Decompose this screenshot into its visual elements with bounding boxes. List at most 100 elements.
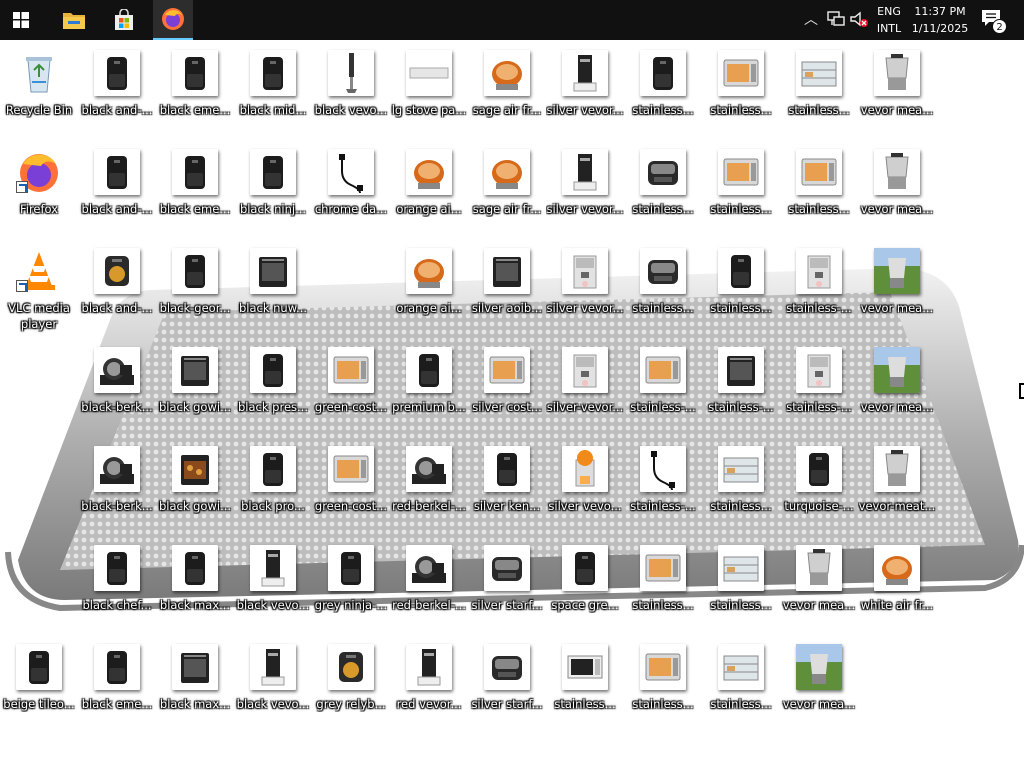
- file-explorer-button[interactable]: [53, 0, 95, 40]
- desktop-icon[interactable]: stainless...: [780, 44, 858, 140]
- desktop-icon[interactable]: beige tileo...: [0, 638, 78, 734]
- desktop-icon[interactable]: silver starf...: [468, 638, 546, 734]
- desktop-icon[interactable]: silver-vevor...: [546, 341, 624, 437]
- desktop-icon[interactable]: black max...: [156, 638, 234, 734]
- desktop-icon[interactable]: premium b...: [390, 341, 468, 437]
- desktop-icon[interactable]: Firefox: [0, 143, 78, 239]
- desktop-icon[interactable]: black-berk...: [78, 440, 156, 536]
- show-hidden-icons-chevron-icon[interactable]: ︿: [801, 10, 821, 30]
- desktop-icon[interactable]: stainless...: [702, 638, 780, 734]
- volume-muted-icon[interactable]: [849, 10, 871, 30]
- desktop-icon[interactable]: silver aoib...: [468, 242, 546, 338]
- desktop-icon[interactable]: black vevo...: [312, 44, 390, 140]
- desktop-icon[interactable]: vevor mea...: [858, 44, 936, 140]
- desktop-icon[interactable]: stainless...: [702, 539, 780, 635]
- desktop-icon[interactable]: black eme...: [156, 44, 234, 140]
- desktop-icon[interactable]: stainless...: [546, 638, 624, 734]
- desktop-icon[interactable]: green-cost...: [312, 440, 390, 536]
- desktop-icon[interactable]: silver vevo...: [546, 440, 624, 536]
- start-button[interactable]: [0, 0, 42, 40]
- input-language-indicator[interactable]: ENG INTL: [872, 3, 906, 37]
- desktop-icon[interactable]: black eme...: [78, 638, 156, 734]
- desktop-icon[interactable]: red-berkel-...: [390, 440, 468, 536]
- desktop-icon[interactable]: black nuw...: [234, 242, 312, 338]
- desktop-icon[interactable]: sage air fr...: [468, 143, 546, 239]
- desktop-icon[interactable]: white air fr...: [858, 539, 936, 635]
- desktop-icon[interactable]: stainless...: [702, 143, 780, 239]
- desktop-icon[interactable]: black mid...: [234, 44, 312, 140]
- air-fryer-icon: [172, 149, 218, 195]
- desktop-icon-label: vevor mea...: [860, 103, 934, 117]
- desktop-icon[interactable]: stainless-...: [780, 341, 858, 437]
- desktop-icon[interactable]: Recycle Bin: [0, 44, 78, 140]
- desktop-icon[interactable]: black and-...: [78, 242, 156, 338]
- desktop-icon[interactable]: vevor mea...: [858, 341, 936, 437]
- desktop-icon[interactable]: grey ninja-...: [312, 539, 390, 635]
- desktop-icon[interactable]: vevor mea...: [780, 638, 858, 734]
- desktop-icon[interactable]: stainless...: [702, 440, 780, 536]
- desktop-icon[interactable]: stainless...: [624, 638, 702, 734]
- desktop-icon[interactable]: black pro...: [234, 440, 312, 536]
- desktop-icon[interactable]: stainless...: [624, 242, 702, 338]
- desktop-icon-label: stainless-...: [786, 400, 852, 414]
- desktop-icon[interactable]: silver vevor...: [546, 242, 624, 338]
- desktop-icon[interactable]: stainless-...: [624, 440, 702, 536]
- desktop-icon[interactable]: lg stove pa...: [390, 44, 468, 140]
- desktop-icon[interactable]: turquoise-...: [780, 440, 858, 536]
- desktop-icon[interactable]: black gowi...: [156, 341, 234, 437]
- desktop-icon[interactable]: VLC media player: [0, 242, 78, 338]
- desktop-icon[interactable]: silver vevor...: [546, 143, 624, 239]
- meat-processor-photo-icon: [874, 347, 920, 393]
- desktop-icon[interactable]: sage air fr...: [468, 44, 546, 140]
- desktop-icon[interactable]: black and-...: [78, 44, 156, 140]
- desktop-icon[interactable]: grey relyb...: [312, 638, 390, 734]
- desktop-icon[interactable]: orange ai...: [390, 143, 468, 239]
- desktop-icon-label: red vevor...: [396, 697, 462, 711]
- desktop-icon[interactable]: black chef...: [78, 539, 156, 635]
- desktop-icon[interactable]: stainless...: [624, 44, 702, 140]
- desktop-icon[interactable]: black max...: [156, 539, 234, 635]
- desktop-icon[interactable]: black vevo...: [234, 539, 312, 635]
- clock[interactable]: 11:37 PM 1/11/2025: [908, 3, 972, 37]
- desktop-icon-label: sage air fr...: [472, 103, 542, 117]
- desktop-icon[interactable]: stainless-...: [780, 242, 858, 338]
- desktop-icon[interactable]: stainless-...: [624, 341, 702, 437]
- desktop-icon[interactable]: vevor mea...: [858, 143, 936, 239]
- desktop-icon[interactable]: stainless...: [624, 143, 702, 239]
- desktop-icon-label: sage air fr...: [472, 202, 542, 216]
- desktop-icon[interactable]: orange ai...: [390, 242, 468, 338]
- desktop-icon[interactable]: black-berk...: [78, 341, 156, 437]
- desktop-icon[interactable]: black ninj...: [234, 143, 312, 239]
- desktop-icon[interactable]: silver ken...: [468, 440, 546, 536]
- desktop-icon[interactable]: black gowi...: [156, 440, 234, 536]
- meat-slicer-icon: [94, 347, 140, 393]
- desktop-icon[interactable]: silver starf...: [468, 539, 546, 635]
- desktop-icon[interactable]: silver vevor...: [546, 44, 624, 140]
- desktop-icon[interactable]: black-geor...: [156, 242, 234, 338]
- action-center-button[interactable]: 2: [980, 8, 1010, 34]
- desktop[interactable]: Recycle Bin Firefox VLC media player beige …: [0, 40, 1024, 768]
- desktop-icon[interactable]: silver cost...: [468, 341, 546, 437]
- microsoft-store-button[interactable]: [103, 0, 145, 40]
- desktop-icon[interactable]: black vevo...: [234, 638, 312, 734]
- desktop-icon[interactable]: stainless...: [780, 143, 858, 239]
- desktop-icon[interactable]: black eme...: [156, 143, 234, 239]
- desktop-icon[interactable]: black and-...: [78, 143, 156, 239]
- firefox-taskbar-button[interactable]: [153, 0, 193, 40]
- desktop-icon-label: black chef...: [82, 598, 152, 612]
- desktop-icon[interactable]: black pres...: [234, 341, 312, 437]
- desktop-icon-label: stainless...: [632, 598, 694, 612]
- desktop-icon[interactable]: stainless...: [624, 539, 702, 635]
- network-icon[interactable]: [826, 10, 848, 30]
- desktop-icon[interactable]: stainless...: [702, 242, 780, 338]
- desktop-icon[interactable]: vevor mea...: [780, 539, 858, 635]
- desktop-icon[interactable]: chrome da...: [312, 143, 390, 239]
- desktop-icon[interactable]: stainless-...: [702, 341, 780, 437]
- desktop-icon[interactable]: red-berkel-...: [390, 539, 468, 635]
- desktop-icon[interactable]: green-cost...: [312, 341, 390, 437]
- desktop-icon[interactable]: stainless...: [702, 44, 780, 140]
- desktop-icon[interactable]: vevor-meat...: [858, 440, 936, 536]
- desktop-icon[interactable]: vevor mea...: [858, 242, 936, 338]
- desktop-icon[interactable]: red vevor...: [390, 638, 468, 734]
- desktop-icon[interactable]: space gre...: [546, 539, 624, 635]
